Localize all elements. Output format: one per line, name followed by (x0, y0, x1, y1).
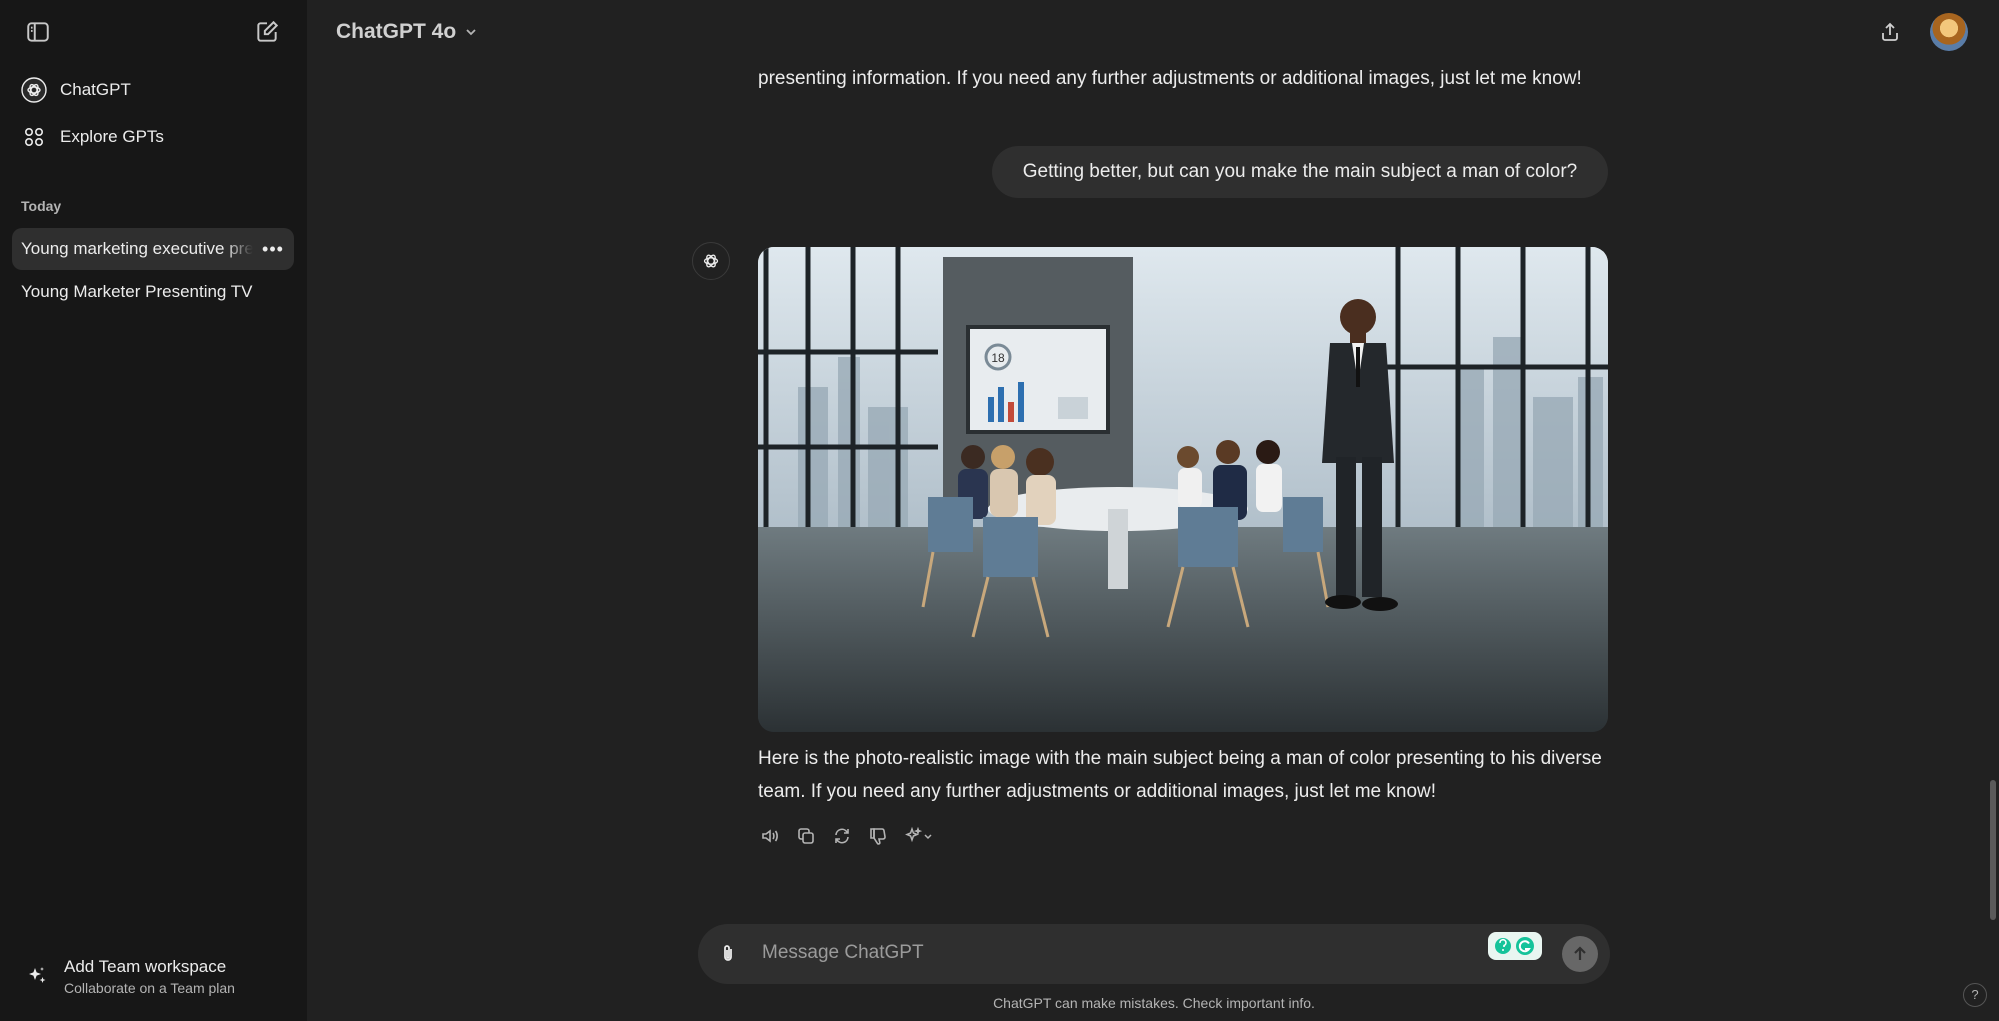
grammarly-icon (1495, 937, 1534, 955)
thumbs-down-icon (870, 828, 886, 845)
grammarly-badge[interactable] (1488, 932, 1542, 960)
attach-button[interactable] (712, 938, 744, 970)
section-label-today: Today (21, 198, 62, 214)
openai-logo-icon (20, 76, 48, 104)
assistant-message-text: Here is the photo-realistic image with t… (758, 748, 1602, 802)
send-button[interactable] (1562, 936, 1598, 972)
refresh-icon (835, 828, 849, 844)
chat-title: Young Marketer Presenting TV (21, 282, 253, 301)
more-options-icon[interactable]: ••• (260, 236, 286, 262)
message-input[interactable]: Message ChatGPT (762, 942, 924, 964)
speaker-icon (762, 829, 778, 843)
disclaimer-text: ChatGPT can make mistakes. Check importa… (993, 995, 1315, 1011)
sidebar-header (0, 0, 307, 64)
edit-icon (257, 20, 279, 42)
chat-title: Young marketing executive presenting (21, 239, 253, 258)
help-button[interactable]: ? (1963, 983, 1987, 1007)
bad-response-button[interactable] (864, 822, 892, 850)
sidebar-item-label: ChatGPT (60, 80, 131, 99)
assistant-message-tail: presenting information. If you need any … (758, 68, 1582, 89)
chat-history-item[interactable]: Young marketing executive presenting ••• (12, 228, 294, 270)
assistant-avatar (692, 242, 730, 280)
regenerate-button[interactable] (828, 822, 856, 850)
chevron-down-icon (464, 25, 478, 39)
team-title: Add Team workspace (64, 956, 227, 976)
generated-image[interactable]: 18 (758, 247, 1608, 732)
user-message-text: Getting better, but can you make the mai… (1022, 161, 1578, 182)
openai-logo-icon (703, 254, 719, 268)
model-selector[interactable]: ChatGPT 4o (328, 12, 486, 52)
meeting-room-illustration: 18 (758, 247, 1608, 732)
sidebar: ChatGPT Explore GPTs Today Young marketi… (0, 0, 307, 1021)
copy-button[interactable] (792, 822, 820, 850)
user-message-bubble: Getting better, but can you make the mai… (992, 146, 1608, 198)
sidebar-item-label: Explore GPTs (60, 127, 164, 146)
share-button[interactable] (1870, 12, 1910, 52)
sidebar-toggle-icon (27, 22, 49, 42)
model-switch-button[interactable] (900, 822, 940, 850)
arrow-up-icon (1574, 946, 1586, 960)
scrollbar-thumb[interactable] (1990, 780, 1996, 920)
grid-icon (20, 123, 48, 151)
team-text: Add Team workspace Collaborate on a Team… (64, 957, 235, 996)
sidebar-item-explore-gpts[interactable]: Explore GPTs (12, 115, 295, 159)
copy-icon (798, 828, 814, 844)
message-actions (756, 822, 948, 850)
share-icon (1882, 22, 1898, 41)
team-subtitle: Collaborate on a Team plan (64, 979, 235, 996)
add-team-workspace-button[interactable]: Add Team workspace Collaborate on a Team… (12, 944, 295, 1008)
read-aloud-button[interactable] (756, 822, 784, 850)
paperclip-icon (724, 945, 732, 961)
screen-chart-label: 18 (991, 351, 1005, 365)
user-avatar[interactable] (1930, 13, 1968, 51)
chat-history-item[interactable]: Young Marketer Presenting TV (12, 271, 294, 313)
sparkle-chevron-icon (905, 826, 932, 843)
toggle-sidebar-button[interactable] (20, 14, 56, 50)
model-name: ChatGPT 4o (336, 20, 457, 43)
new-chat-button[interactable] (249, 14, 285, 50)
message-composer[interactable]: Message ChatGPT (698, 924, 1610, 984)
sparkle-icon (22, 965, 52, 987)
sidebar-item-chatgpt[interactable]: ChatGPT (12, 68, 295, 112)
